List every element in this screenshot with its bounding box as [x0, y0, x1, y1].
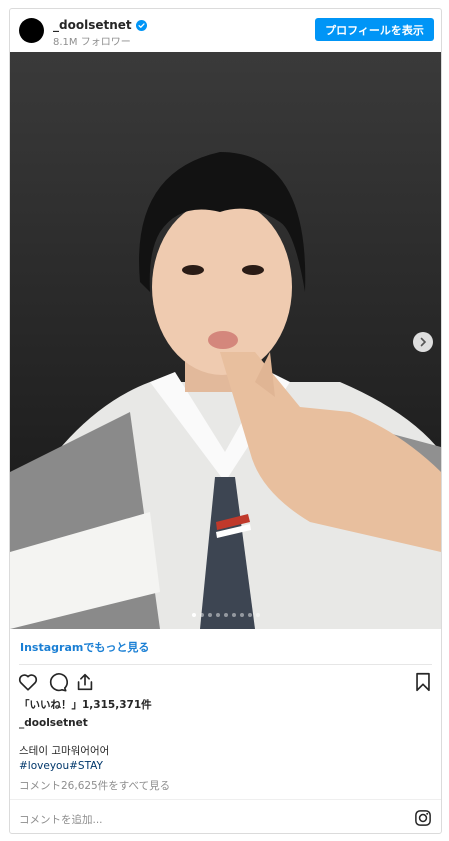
caption-text: 스테이 고마워어어어: [19, 745, 110, 757]
view-more-on-instagram-link[interactable]: Instagramでもっと見る: [20, 639, 149, 655]
view-profile-button[interactable]: プロフィールを表示: [315, 18, 434, 41]
divider: [19, 664, 432, 665]
add-comment-input[interactable]: コメントを追加...: [19, 812, 103, 827]
share-icon[interactable]: [74, 671, 96, 693]
bookmark-icon[interactable]: [412, 671, 434, 693]
carousel-dot: [247, 613, 252, 617]
carousel-dot: [199, 613, 204, 617]
post-photo[interactable]: [10, 52, 441, 629]
view-all-comments-link[interactable]: コメント26,625件をすべて見る: [19, 778, 170, 793]
selfie-photo-image: [10, 52, 441, 629]
heart-icon[interactable]: [17, 671, 39, 693]
instagram-logo-icon[interactable]: [414, 809, 432, 827]
instagram-embed-card: _doolsetnet 8.1M フォロワー プロフィールを表示 Instagr…: [9, 8, 442, 834]
next-photo-button[interactable]: [413, 332, 433, 352]
carousel-dot: [223, 613, 228, 617]
carousel-dot: [231, 613, 236, 617]
like-count[interactable]: 「いいね！」1,315,371件: [19, 697, 152, 712]
username[interactable]: _doolsetnet: [53, 18, 147, 32]
chevron-right-icon: [420, 337, 427, 347]
divider: [10, 799, 441, 800]
caption-hashtags[interactable]: #loveyou#STAY: [19, 760, 103, 772]
username-text[interactable]: _doolsetnet: [53, 18, 132, 32]
caption-username[interactable]: _doolsetnet: [19, 717, 88, 729]
post-header: _doolsetnet 8.1M フォロワー プロフィールを表示: [10, 9, 441, 52]
carousel-indicator: [10, 613, 441, 617]
carousel-dot: [207, 613, 212, 617]
carousel-dot: [239, 613, 244, 617]
avatar[interactable]: [19, 18, 44, 43]
carousel-dot: [215, 613, 220, 617]
follower-count: 8.1M フォロワー: [53, 37, 131, 48]
carousel-dot: [191, 613, 196, 617]
action-bar: [10, 671, 441, 695]
comment-icon[interactable]: [46, 671, 68, 693]
verified-badge-icon: [135, 19, 147, 31]
carousel-dot: [255, 613, 260, 617]
